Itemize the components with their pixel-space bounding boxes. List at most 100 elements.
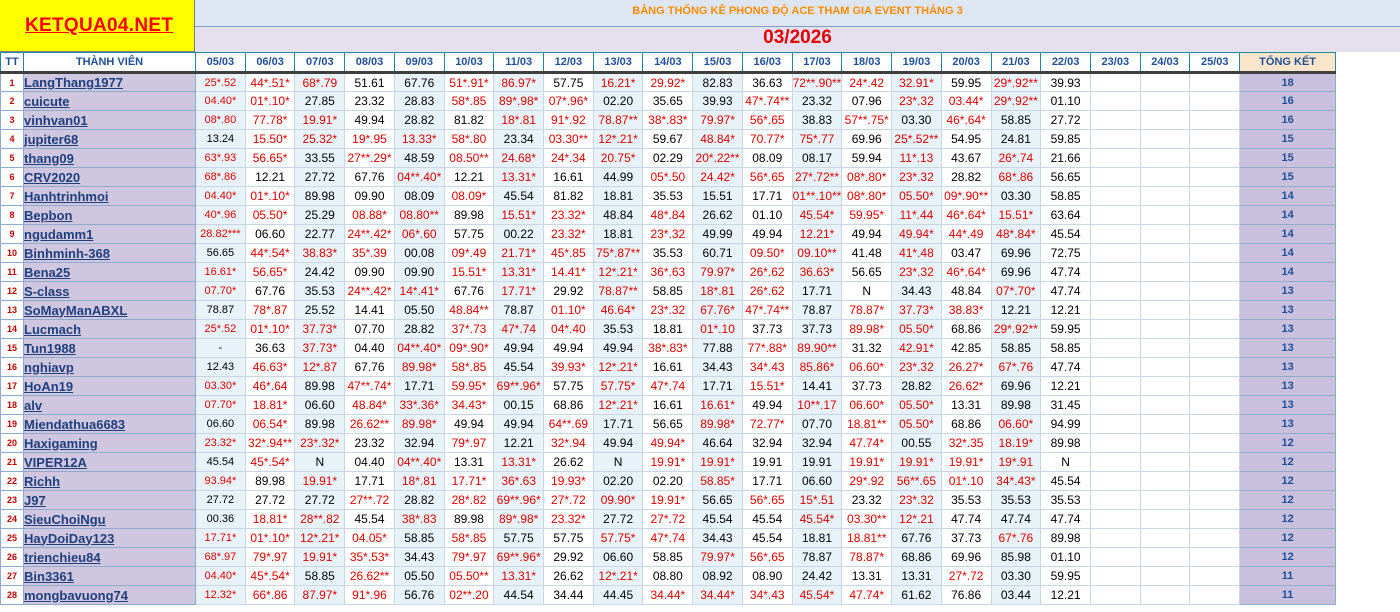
result-cell[interactable]: 26*.62 <box>741 262 793 282</box>
result-cell[interactable]: 02.29 <box>642 148 694 168</box>
result-cell[interactable]: 19.91* <box>294 547 346 567</box>
result-cell[interactable]: 48*.84* <box>990 224 1042 244</box>
empty-cell[interactable] <box>1189 357 1241 377</box>
member-name-link[interactable]: Binhminh-368 <box>23 243 196 263</box>
column-header-date[interactable]: 07/03 <box>294 52 346 73</box>
result-cell[interactable]: 18*.81 <box>393 471 445 491</box>
result-cell[interactable]: 12.21 <box>1040 585 1091 605</box>
result-cell[interactable]: 32*.94** <box>244 433 296 453</box>
result-cell[interactable]: 03.44 <box>990 585 1042 605</box>
result-cell[interactable]: 00.36 <box>195 509 246 529</box>
result-cell[interactable]: 17.71* <box>195 528 246 548</box>
result-cell[interactable]: 11*.13 <box>891 148 942 168</box>
result-cell[interactable]: 89.90** <box>791 338 843 358</box>
result-cell[interactable]: 67.76 <box>443 281 495 301</box>
result-cell[interactable]: 45.54 <box>1040 471 1091 491</box>
result-cell[interactable]: 57.75 <box>443 224 495 244</box>
result-cell[interactable]: 31.45 <box>1040 395 1091 415</box>
empty-cell[interactable] <box>1139 509 1191 529</box>
empty-cell[interactable] <box>1139 300 1191 320</box>
result-cell[interactable]: 37.73 <box>841 376 893 396</box>
result-cell[interactable]: 36.63* <box>791 262 843 282</box>
result-cell[interactable]: 89.98 <box>443 205 495 225</box>
result-cell[interactable]: 01.10 <box>741 205 793 225</box>
empty-cell[interactable] <box>1089 528 1141 548</box>
result-cell[interactable]: 58*.85 <box>443 528 495 548</box>
result-cell[interactable]: 89.98* <box>841 319 893 339</box>
result-cell[interactable]: 45*.85 <box>543 243 594 263</box>
result-cell[interactable]: 68.86 <box>940 414 992 434</box>
member-name-link[interactable]: Richh <box>23 471 196 491</box>
result-cell[interactable]: 17.71 <box>741 471 793 491</box>
empty-cell[interactable] <box>1189 452 1241 472</box>
column-header-date[interactable]: 06/03 <box>244 52 296 73</box>
result-cell[interactable]: 26.62 <box>543 566 594 586</box>
result-cell[interactable]: 01**.10** <box>791 186 843 206</box>
empty-cell[interactable] <box>1139 110 1191 130</box>
result-cell[interactable]: 27*.72 <box>543 490 594 510</box>
result-cell[interactable]: 56.65* <box>244 262 296 282</box>
result-cell[interactable]: 36*.63 <box>642 262 694 282</box>
result-cell[interactable]: 14.41* <box>543 262 594 282</box>
result-cell[interactable]: 67*.76 <box>990 357 1042 377</box>
result-cell[interactable]: 12.21 <box>244 167 296 187</box>
result-cell[interactable]: 09.90 <box>344 262 395 282</box>
result-cell[interactable]: 13.31 <box>443 452 495 472</box>
result-cell[interactable]: 24**.42* <box>344 281 395 301</box>
result-cell[interactable]: 47.74 <box>1040 357 1091 377</box>
column-header-date[interactable]: 25/03 <box>1189 52 1241 73</box>
column-header-date[interactable]: 16/03 <box>741 52 793 73</box>
empty-cell[interactable] <box>1139 585 1191 605</box>
empty-cell[interactable] <box>1139 224 1191 244</box>
empty-cell[interactable] <box>1189 547 1241 567</box>
result-cell[interactable]: 64**.69 <box>543 414 594 434</box>
empty-cell[interactable] <box>1089 357 1141 377</box>
result-cell[interactable]: 19.93* <box>543 471 594 491</box>
result-cell[interactable]: 51.61 <box>344 71 395 92</box>
member-name-link[interactable]: HayDoiDay123 <box>23 528 196 548</box>
result-cell[interactable]: 35.53 <box>642 243 694 263</box>
site-logo[interactable]: KETQUA04.NET <box>0 0 195 52</box>
result-cell[interactable]: 12*.21* <box>294 528 346 548</box>
empty-cell[interactable] <box>1139 71 1191 92</box>
empty-cell[interactable] <box>1089 205 1141 225</box>
result-cell[interactable]: 49.94 <box>841 224 893 244</box>
result-cell[interactable]: 58.85 <box>393 528 445 548</box>
member-name-link[interactable]: LangThang1977 <box>23 71 196 92</box>
empty-cell[interactable] <box>1189 471 1241 491</box>
result-cell[interactable]: 13.31* <box>493 452 545 472</box>
member-name-link[interactable]: Tun1988 <box>23 338 196 358</box>
empty-cell[interactable] <box>1089 566 1141 586</box>
table-row[interactable]: 28 mongbavuong74 12.32* 66*.86 87.97* 91*.96 5… <box>0 585 1337 605</box>
result-cell[interactable]: 79*.97 <box>244 547 296 567</box>
result-cell[interactable]: 18.81** <box>841 528 893 548</box>
result-cell[interactable]: 67.76 <box>891 528 942 548</box>
result-cell[interactable]: 33.55 <box>294 148 346 168</box>
result-cell[interactable]: 56.65 <box>1040 167 1091 187</box>
result-cell[interactable]: 17.71 <box>393 376 445 396</box>
result-cell[interactable]: 46*.64* <box>940 205 992 225</box>
result-cell[interactable]: 81.82 <box>543 186 594 206</box>
column-header-date[interactable]: 23/03 <box>1089 52 1141 73</box>
result-cell[interactable]: 27*.72 <box>642 509 694 529</box>
result-cell[interactable]: 48.59 <box>393 148 445 168</box>
result-cell[interactable]: 01.10 <box>1040 547 1091 567</box>
result-cell[interactable]: 78.87** <box>592 110 644 130</box>
empty-cell[interactable] <box>1189 262 1241 282</box>
result-cell[interactable]: 27*.72** <box>791 167 843 187</box>
result-cell[interactable]: 89.98 <box>1040 433 1091 453</box>
table-row[interactable]: 12 S-class 07.70* 67.76 35.53 24**.42* 14*.41*… <box>0 281 1337 301</box>
result-cell[interactable]: 59.94 <box>841 148 893 168</box>
result-cell[interactable]: 78*.87 <box>244 300 296 320</box>
result-cell[interactable]: 23.32 <box>841 490 893 510</box>
result-cell[interactable]: 01*.10* <box>244 319 296 339</box>
result-cell[interactable]: 29*.92** <box>990 71 1042 92</box>
result-cell[interactable]: 89*.98* <box>493 509 545 529</box>
result-cell[interactable]: 39.93 <box>1040 71 1091 92</box>
result-cell[interactable]: 24.68* <box>493 148 545 168</box>
result-cell[interactable]: 57.75* <box>592 528 644 548</box>
result-cell[interactable]: 28.82*** <box>195 224 246 244</box>
result-cell[interactable]: 68*.97 <box>195 547 246 567</box>
result-cell[interactable]: 27**.29* <box>344 148 395 168</box>
result-cell[interactable]: 18.81 <box>592 224 644 244</box>
